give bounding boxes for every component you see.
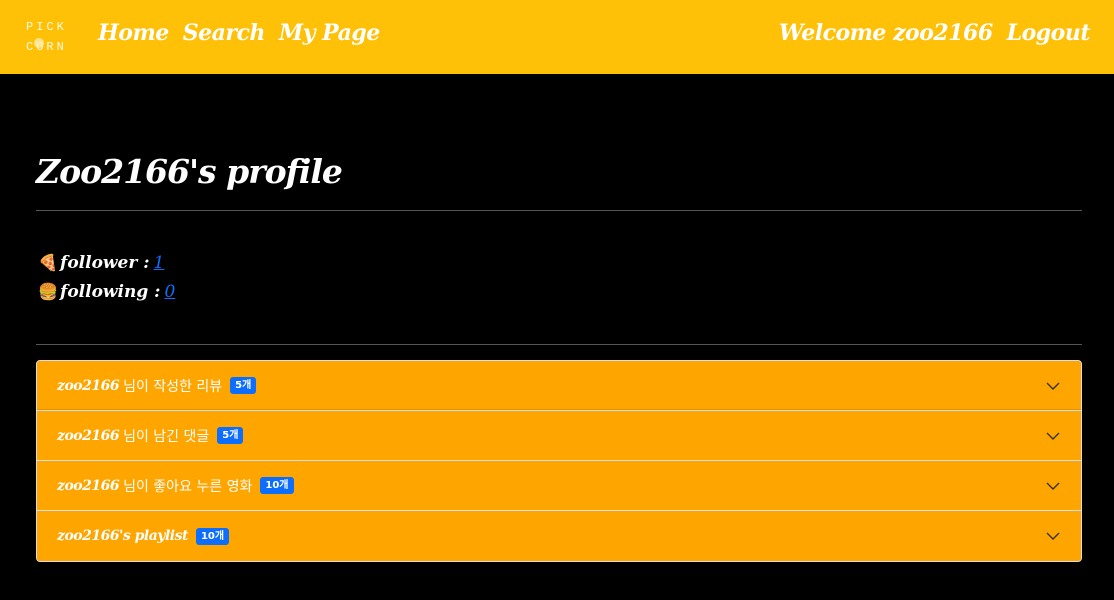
count-badge: 5개 [230, 377, 257, 394]
follower-label: follower : [60, 252, 150, 273]
profile-accordion: zoo2166 님이 작성한 리뷰 5개 zoo2166 님이 남긴 댓글 5개… [36, 360, 1082, 562]
count-badge: 10개 [195, 527, 230, 545]
accordion-comments[interactable]: zoo2166 님이 남긴 댓글 5개 [37, 411, 1081, 461]
navbar: PICK CORN Home Search My Page Welcome zo… [0, 0, 1114, 74]
accordion-reviews[interactable]: zoo2166 님이 작성한 리뷰 5개 [37, 361, 1081, 411]
accordion-label: 님이 남긴 댓글 [123, 428, 210, 445]
nav-home-link[interactable]: Home [98, 20, 169, 46]
logout-link[interactable]: Logout [1007, 20, 1091, 46]
chevron-down-icon [1046, 382, 1060, 390]
accordion-user: zoo2166 [57, 377, 120, 394]
pickcorn-logo[interactable]: PICK CORN [22, 14, 74, 58]
follower-count-link[interactable]: 1 [154, 253, 165, 273]
accordion-liked-movies[interactable]: zoo2166 님이 좋아요 누른 영화 10개 [37, 461, 1081, 511]
accordion-user: zoo2166 [57, 427, 120, 444]
accordion-label: 님이 좋아요 누른 영화 [123, 478, 253, 495]
nav-mypage-link[interactable]: My Page [279, 20, 380, 46]
count-badge: 10개 [260, 477, 294, 494]
burger-icon: 🍔 [38, 282, 58, 301]
follow-stats: 🍕 follower : 1 🍔 following : 0 [38, 248, 175, 306]
page-title: Zoo2166's profile [36, 152, 343, 191]
pizza-icon: 🍕 [38, 253, 58, 272]
chevron-down-icon [1046, 532, 1060, 540]
chevron-down-icon [1046, 432, 1060, 440]
accordion-user: zoo2166 [57, 477, 120, 494]
welcome-user-link[interactable]: Welcome zoo2166 [779, 20, 993, 46]
following-row: 🍔 following : 0 [38, 277, 175, 306]
accordion-playlist[interactable]: zoo2166's playlist 10개 [37, 511, 1081, 561]
following-label: following : [60, 281, 161, 302]
svg-text:CORN: CORN [26, 40, 67, 54]
accordion-label: 님이 작성한 리뷰 [123, 378, 223, 395]
following-count-link[interactable]: 0 [164, 282, 175, 302]
count-badge: 5개 [217, 427, 244, 444]
follower-row: 🍕 follower : 1 [38, 248, 175, 277]
divider [36, 210, 1082, 211]
svg-text:PICK: PICK [26, 20, 67, 34]
accordion-user: zoo2166's playlist [57, 528, 188, 544]
nav-search-link[interactable]: Search [183, 20, 266, 46]
divider [36, 344, 1082, 345]
chevron-down-icon [1046, 482, 1060, 490]
